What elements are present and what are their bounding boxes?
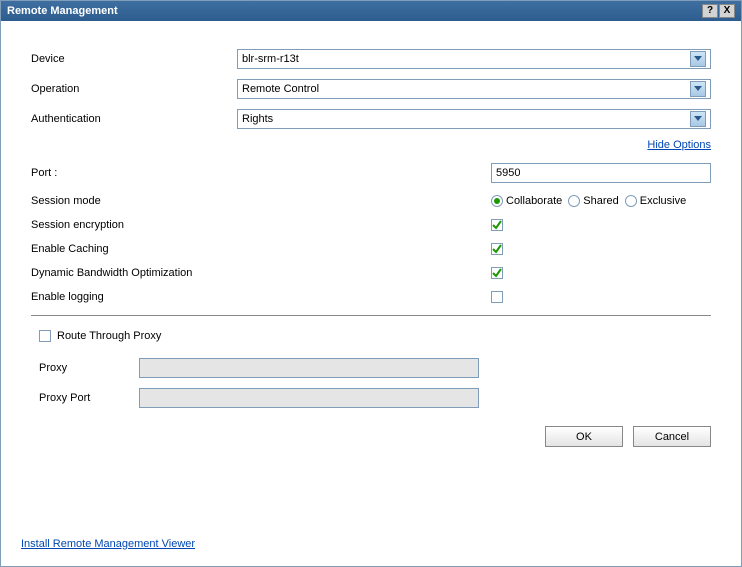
session-mode-row: Session mode Collaborate Shared Exclusiv… <box>31 195 711 207</box>
enable-logging-checkbox[interactable] <box>491 291 503 303</box>
device-value: blr-srm-r13t <box>242 53 690 65</box>
session-mode-radios: Collaborate Shared Exclusive <box>491 195 686 207</box>
help-icon[interactable]: ? <box>702 4 718 18</box>
authentication-value: Rights <box>242 113 690 125</box>
device-row: Device blr-srm-r13t <box>31 49 711 69</box>
route-through-proxy-row: Route Through Proxy <box>39 330 711 342</box>
proxy-input <box>139 358 479 378</box>
operation-dropdown[interactable]: Remote Control <box>237 79 711 99</box>
enable-logging-label: Enable logging <box>31 291 491 303</box>
radio-icon <box>491 195 503 207</box>
radio-collaborate[interactable]: Collaborate <box>491 195 562 207</box>
radio-icon <box>568 195 580 207</box>
enable-logging-row: Enable logging <box>31 291 711 303</box>
authentication-row: Authentication Rights <box>31 109 711 129</box>
chevron-down-icon[interactable] <box>690 111 706 127</box>
chevron-down-icon[interactable] <box>690 51 706 67</box>
hide-options-row: Hide Options <box>31 139 711 151</box>
dialog-content: Device blr-srm-r13t Operation Remote Con… <box>1 21 741 566</box>
remote-management-dialog: Remote Management ? X Device blr-srm-r13… <box>0 0 742 567</box>
enable-caching-checkbox[interactable] <box>491 243 503 255</box>
dialog-buttons: OK Cancel <box>31 426 711 447</box>
session-encryption-label: Session encryption <box>31 219 491 231</box>
separator <box>31 315 711 316</box>
session-mode-label: Session mode <box>31 195 491 207</box>
port-row: Port : <box>31 163 711 183</box>
operation-value: Remote Control <box>242 83 690 95</box>
route-through-proxy-label: Route Through Proxy <box>57 330 161 342</box>
proxy-port-label: Proxy Port <box>39 392 139 404</box>
titlebar: Remote Management ? X <box>1 1 741 21</box>
close-icon[interactable]: X <box>719 4 735 18</box>
cancel-button[interactable]: Cancel <box>633 426 711 447</box>
proxy-row: Proxy <box>39 358 711 378</box>
dynamic-bandwidth-label: Dynamic Bandwidth Optimization <box>31 267 491 279</box>
device-label: Device <box>31 53 237 65</box>
session-encryption-row: Session encryption <box>31 219 711 231</box>
footer: Install Remote Management Viewer <box>21 538 195 550</box>
radio-shared-label: Shared <box>583 195 618 207</box>
enable-caching-row: Enable Caching <box>31 243 711 255</box>
proxy-label: Proxy <box>39 362 139 374</box>
radio-shared[interactable]: Shared <box>568 195 618 207</box>
dynamic-bandwidth-row: Dynamic Bandwidth Optimization <box>31 267 711 279</box>
hide-options-link[interactable]: Hide Options <box>647 139 711 151</box>
proxy-port-input <box>139 388 479 408</box>
proxy-port-row: Proxy Port <box>39 388 711 408</box>
operation-row: Operation Remote Control <box>31 79 711 99</box>
port-input[interactable] <box>491 163 711 183</box>
radio-icon <box>625 195 637 207</box>
radio-exclusive-label: Exclusive <box>640 195 686 207</box>
device-dropdown[interactable]: blr-srm-r13t <box>237 49 711 69</box>
radio-collaborate-label: Collaborate <box>506 195 562 207</box>
enable-caching-label: Enable Caching <box>31 243 491 255</box>
dynamic-bandwidth-checkbox[interactable] <box>491 267 503 279</box>
titlebar-buttons: ? X <box>701 4 735 18</box>
ok-button[interactable]: OK <box>545 426 623 447</box>
route-through-proxy-checkbox[interactable] <box>39 330 51 342</box>
operation-label: Operation <box>31 83 237 95</box>
session-encryption-checkbox[interactable] <box>491 219 503 231</box>
port-label: Port : <box>31 167 491 179</box>
dialog-title: Remote Management <box>7 5 701 17</box>
authentication-dropdown[interactable]: Rights <box>237 109 711 129</box>
install-viewer-link[interactable]: Install Remote Management Viewer <box>21 538 195 550</box>
radio-exclusive[interactable]: Exclusive <box>625 195 686 207</box>
authentication-label: Authentication <box>31 113 237 125</box>
chevron-down-icon[interactable] <box>690 81 706 97</box>
